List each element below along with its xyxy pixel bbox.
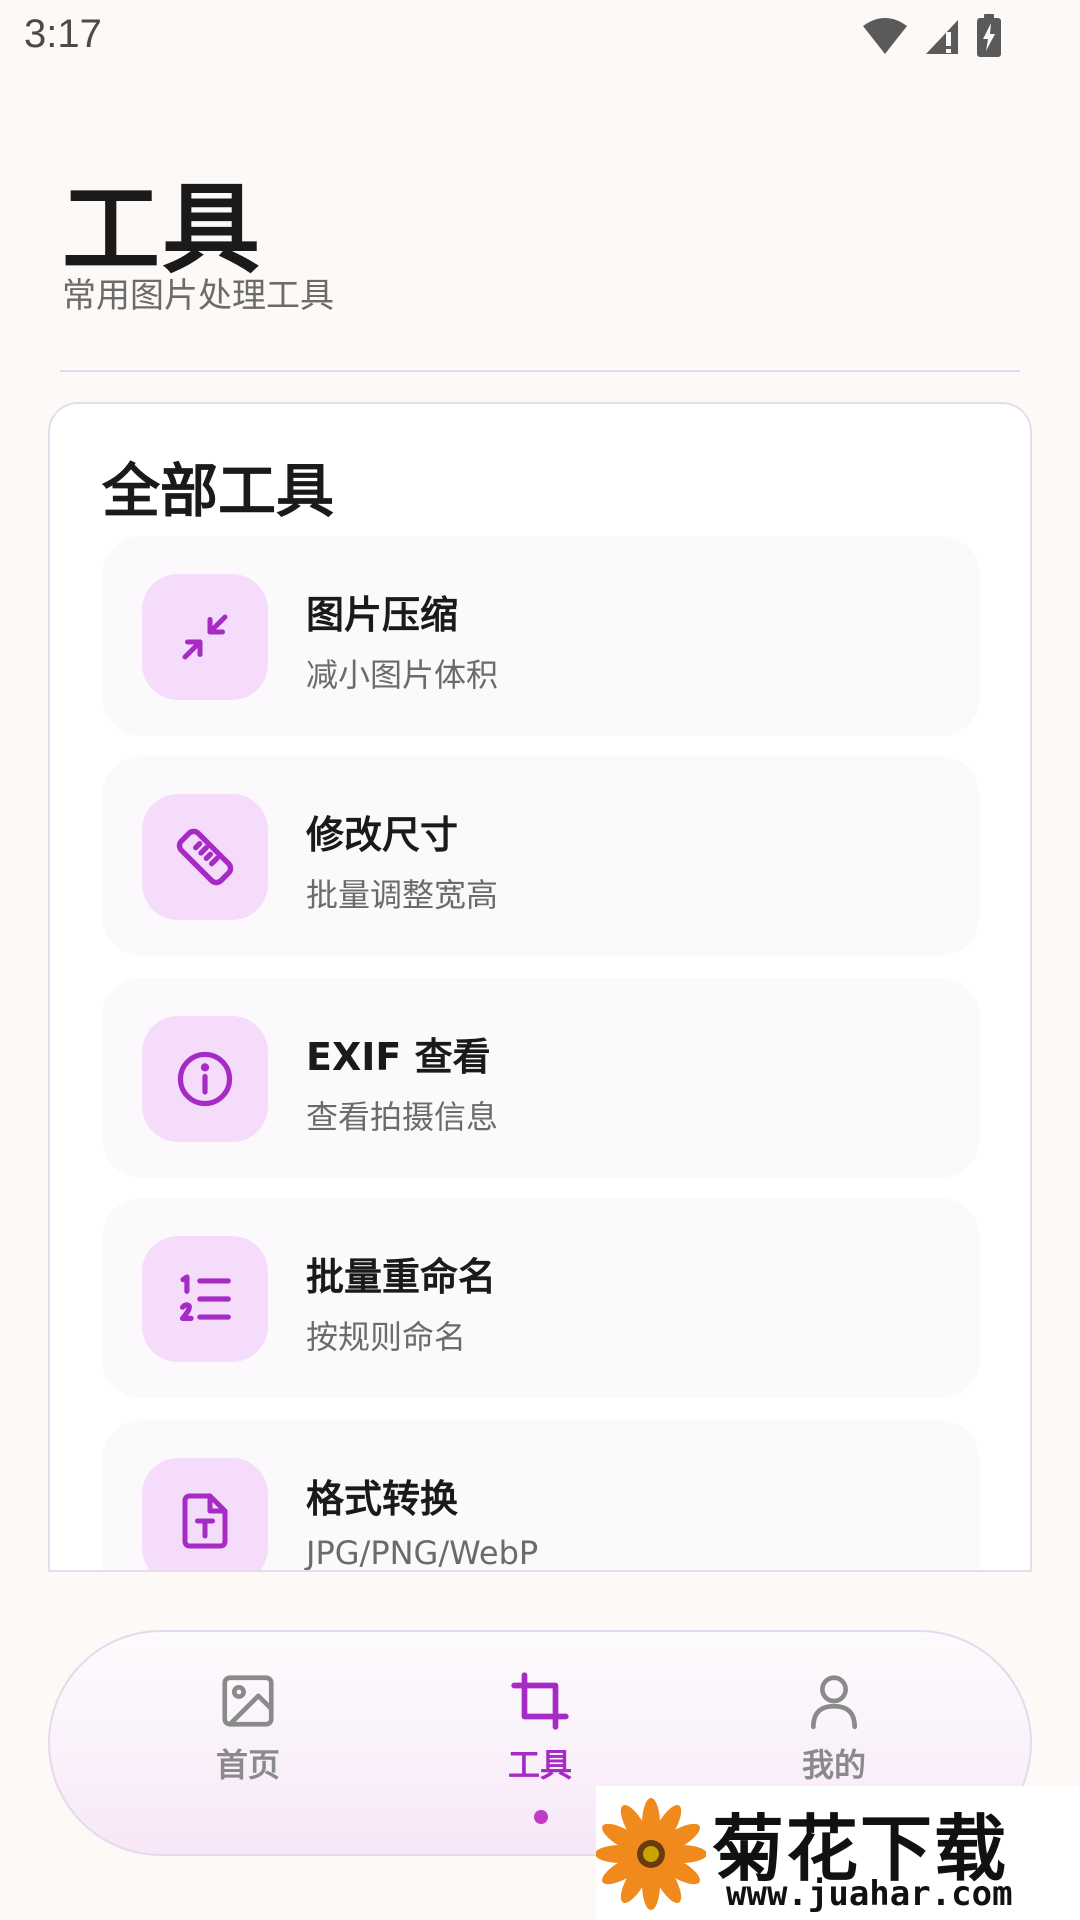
watermark-url: www.juahar.com bbox=[726, 1874, 1013, 1914]
watermark: 菊花下载网 www.juahar.com bbox=[596, 1786, 1080, 1920]
nav-label: 首页 bbox=[215, 1746, 280, 1784]
nav-label: 我的 bbox=[801, 1746, 866, 1784]
numbered-list-icon bbox=[142, 1236, 268, 1362]
nav-label: 工具 bbox=[507, 1746, 572, 1784]
wifi-icon bbox=[863, 18, 907, 54]
file-text-icon bbox=[142, 1458, 268, 1570]
tool-name: EXIF 查看 bbox=[306, 1035, 491, 1079]
user-icon bbox=[811, 1675, 857, 1730]
battery-charging-icon bbox=[977, 14, 1001, 57]
tool-name: 格式转换 bbox=[306, 1477, 459, 1521]
tool-name: 批量重命名 bbox=[306, 1255, 497, 1299]
tools-card: 全部工具 图片压缩 减小图片体积 修改尺寸 批量调整宽高 EXIF 查看 查看拍… bbox=[48, 402, 1032, 1572]
tool-item-rename[interactable]: 批量重命名 按规则命名 bbox=[102, 1198, 980, 1398]
image-icon bbox=[222, 1675, 274, 1727]
info-icon bbox=[142, 1016, 268, 1142]
tool-description: 减小图片体积 bbox=[306, 656, 499, 694]
status-time: 3:17 bbox=[24, 12, 102, 56]
nav-item-tools[interactable]: 工具 bbox=[460, 1670, 620, 1786]
tool-description: 按规则命名 bbox=[306, 1318, 467, 1356]
compress-arrows-icon bbox=[142, 574, 268, 700]
flower-logo-icon bbox=[596, 1798, 706, 1910]
page-subtitle: 常用图片处理工具 bbox=[62, 276, 334, 316]
tool-item-resize[interactable]: 修改尺寸 批量调整宽高 bbox=[102, 756, 980, 956]
tool-description: 批量调整宽高 bbox=[306, 876, 499, 914]
status-bar: 3:17 bbox=[0, 0, 1080, 80]
tool-item-compress[interactable]: 图片压缩 减小图片体积 bbox=[102, 536, 980, 736]
tool-description: 查看拍摄信息 bbox=[306, 1098, 499, 1136]
active-tab-indicator bbox=[534, 1810, 548, 1824]
tool-item-exif[interactable]: EXIF 查看 查看拍摄信息 bbox=[102, 978, 980, 1178]
status-icons bbox=[862, 14, 1002, 58]
nav-item-profile[interactable]: 我的 bbox=[754, 1670, 914, 1786]
ruler-icon bbox=[142, 794, 268, 920]
header-divider bbox=[60, 370, 1020, 372]
crop-icon bbox=[511, 1672, 569, 1730]
nav-item-home[interactable]: 首页 bbox=[168, 1670, 328, 1786]
tool-description: JPG/PNG/WebP bbox=[306, 1534, 539, 1572]
tool-name: 图片压缩 bbox=[306, 593, 459, 637]
section-title: 全部工具 bbox=[102, 457, 335, 525]
cellular-signal-icon bbox=[926, 20, 958, 54]
tool-name: 修改尺寸 bbox=[306, 813, 459, 857]
tool-item-convert[interactable]: 格式转换 JPG/PNG/WebP bbox=[102, 1420, 980, 1572]
